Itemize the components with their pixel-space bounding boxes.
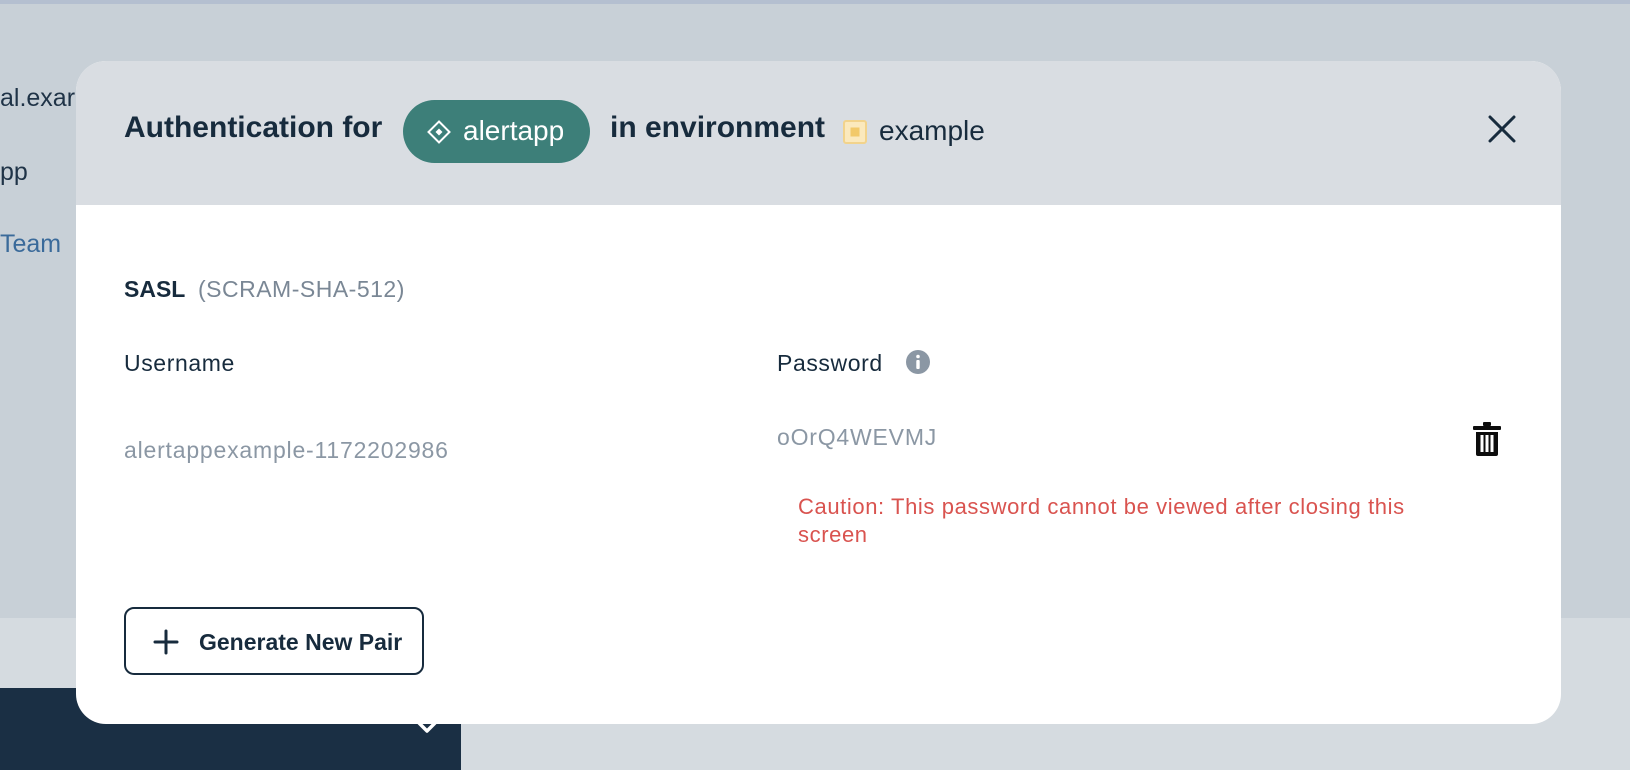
trash-icon[interactable]: [1472, 421, 1502, 457]
password-value: oOrQ4WEVMJ: [777, 424, 938, 450]
diamond-icon: [427, 120, 451, 144]
auth-type-label: SASL: [124, 276, 186, 302]
background-team-link[interactable]: Team: [0, 230, 61, 259]
plus-icon: [153, 629, 179, 655]
app-badge: alertapp: [403, 100, 590, 163]
modal-title-prefix: Authentication for: [124, 111, 383, 144]
app-name: alertapp: [463, 115, 565, 146]
background-text-line: al.exar: [0, 84, 76, 112]
generate-new-pair-button[interactable]: Generate New Pair: [124, 607, 424, 675]
authentication-modal: Authentication for alertapp in environme…: [76, 61, 1561, 724]
username-header: Username: [124, 350, 235, 376]
modal-title-middle: in environment: [610, 111, 826, 144]
username-value: alertappexample-1172202986: [124, 437, 449, 463]
password-header: Password: [777, 350, 883, 376]
environment-name: example: [879, 115, 985, 146]
environment-square-icon: [843, 120, 867, 144]
generate-new-pair-label: Generate New Pair: [199, 629, 403, 655]
modal-header: Authentication for alertapp in environme…: [76, 61, 1561, 205]
info-icon[interactable]: [905, 349, 931, 375]
background-text-line: pp: [0, 158, 28, 186]
password-caution-text: Caution: This password cannot be viewed …: [798, 494, 1405, 547]
close-icon[interactable]: [1484, 111, 1520, 147]
auth-mechanism: (SCRAM-SHA-512): [198, 276, 405, 302]
